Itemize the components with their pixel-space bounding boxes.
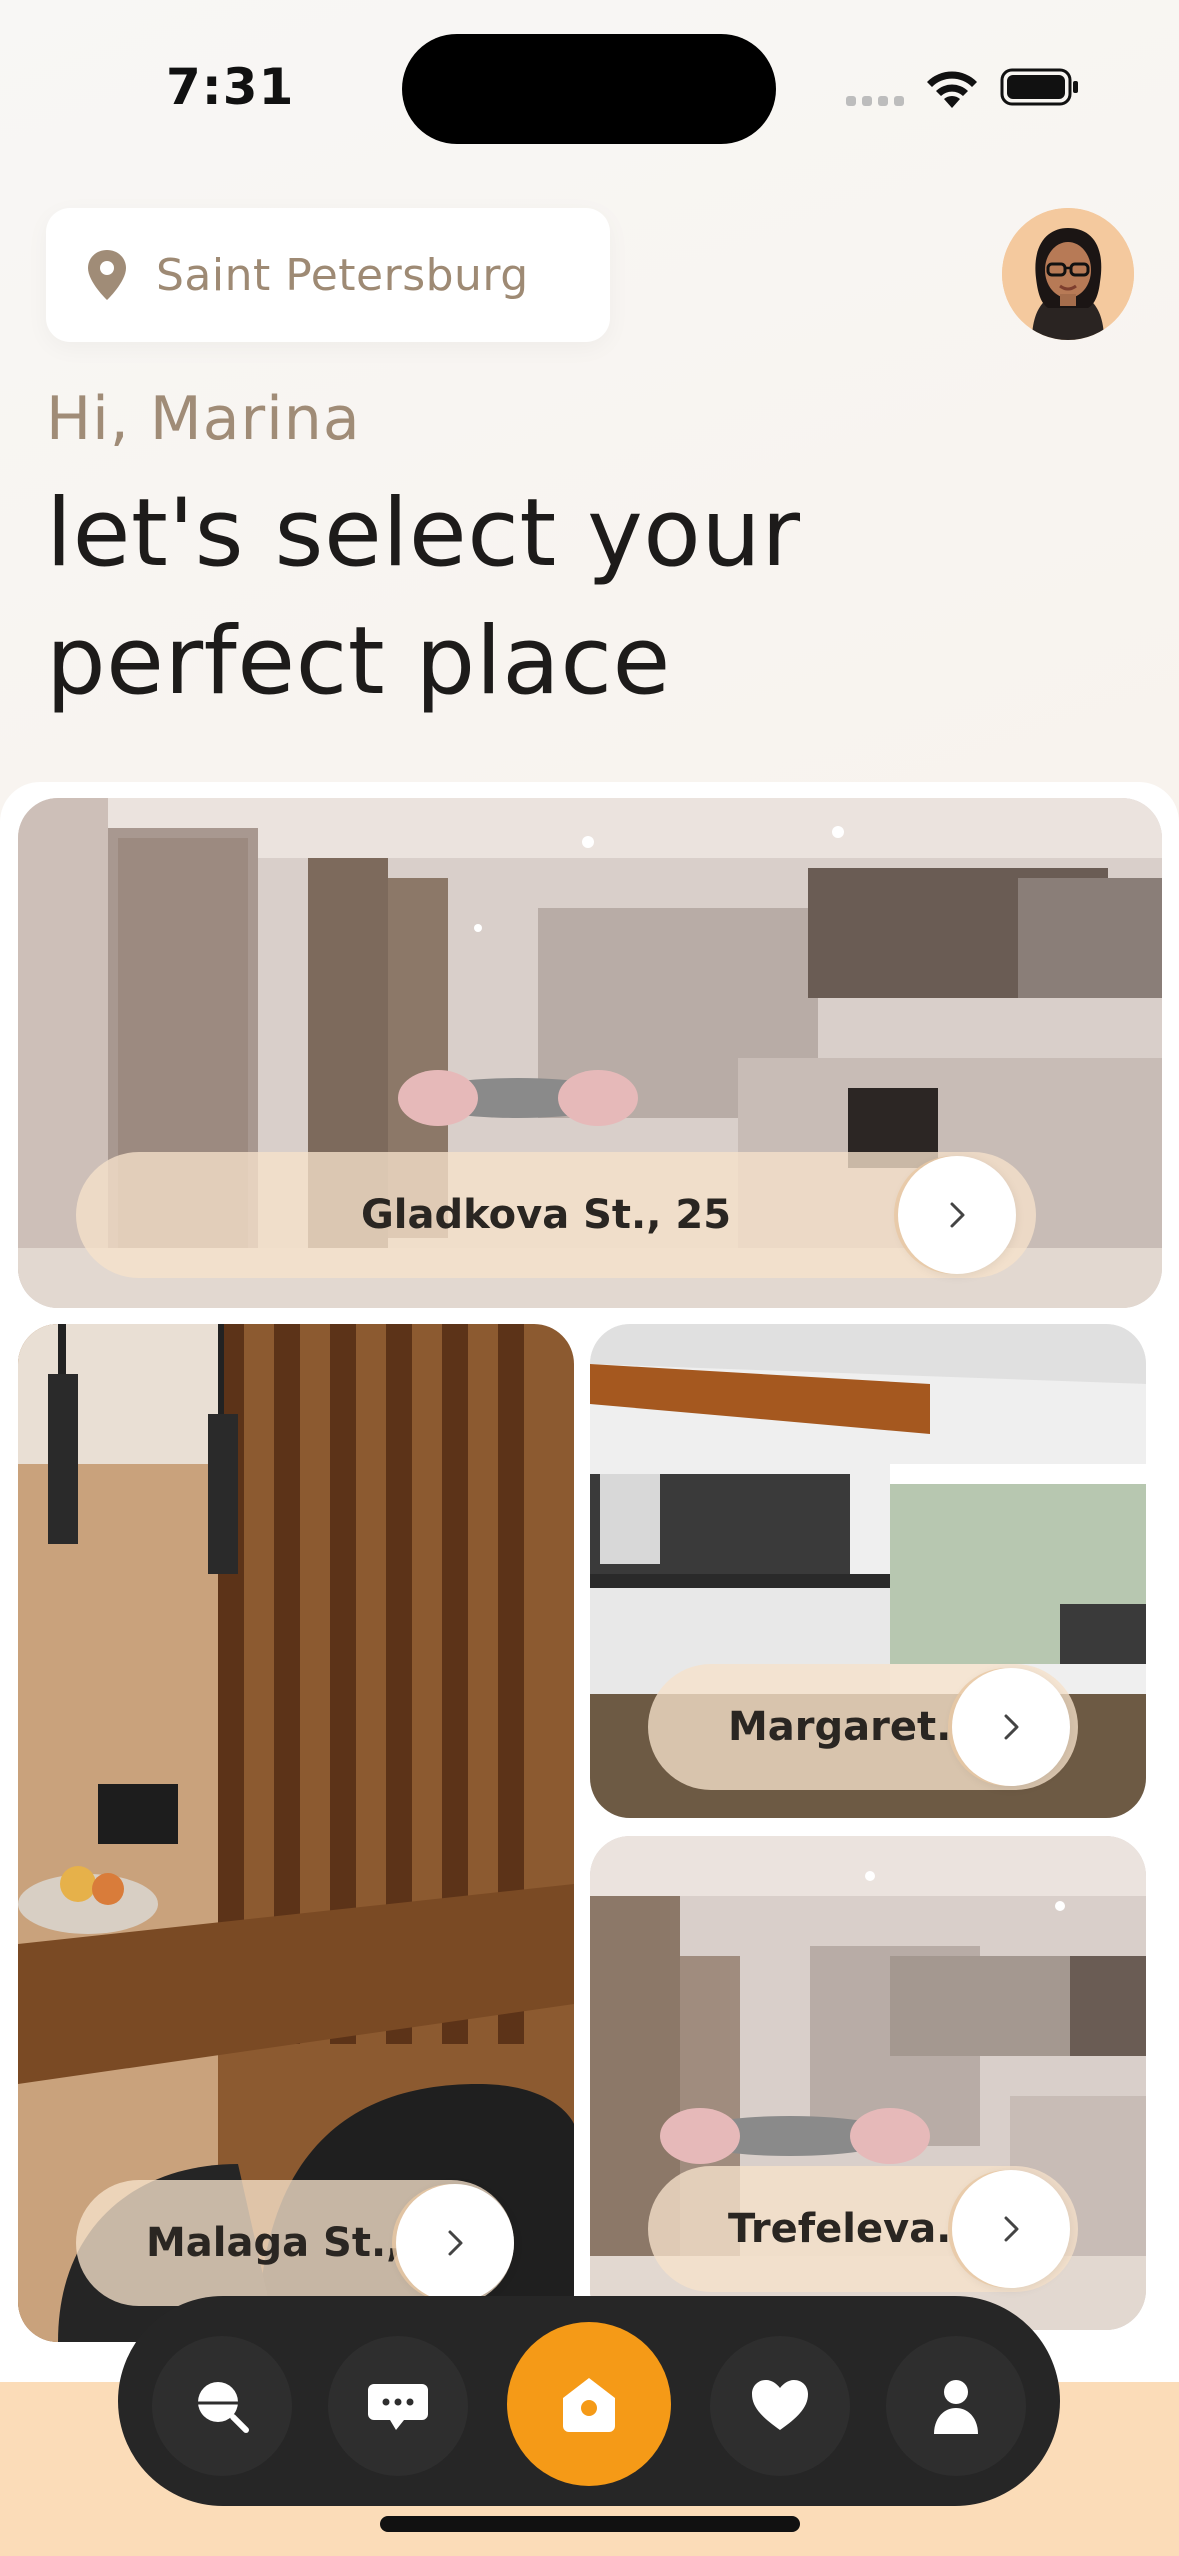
listing-open-button-4[interactable] <box>952 2170 1070 2288</box>
listing-label-pill-1: Gladkova St., 25 <box>76 1152 1036 1278</box>
listing-open-button-2[interactable] <box>396 2184 514 2302</box>
headline-line-1: let's select your <box>46 479 801 588</box>
home-icon <box>563 2378 615 2432</box>
listing-address-4: Trefeleva., 4 <box>728 2206 952 2252</box>
user-avatar[interactable] <box>1002 208 1134 340</box>
chevron-right-icon <box>950 1202 965 1228</box>
greeting: Hi, Marina <box>46 384 361 454</box>
listing-open-button-1[interactable] <box>898 1156 1016 1274</box>
chevron-right-icon <box>1004 1714 1019 1740</box>
listing-card-3[interactable]: Margaret., 5 <box>590 1324 1146 1818</box>
listing-address-3: Margaret., 5 <box>728 1704 952 1750</box>
chevron-right-icon <box>1004 2216 1019 2242</box>
listing-address-2: Malaga St., 14 <box>146 2220 400 2266</box>
listing-open-button-3[interactable] <box>952 1668 1070 1786</box>
dynamic-island <box>402 34 776 144</box>
chevron-right-icon <box>448 2230 463 2256</box>
page-headline: let's select your perfect place <box>46 470 801 726</box>
headline-line-2: perfect place <box>46 607 671 716</box>
search-icon <box>198 2382 249 2433</box>
nav-search-button[interactable] <box>152 2336 292 2476</box>
wifi-icon <box>927 71 977 108</box>
cellular-signal-icon <box>846 96 904 106</box>
bottom-navigation <box>118 2296 1060 2506</box>
nav-profile-button[interactable] <box>886 2336 1026 2476</box>
battery-icon <box>1000 68 1078 106</box>
location-pin-icon <box>88 250 126 300</box>
heart-icon <box>752 2380 808 2430</box>
app-screen: 7:31 Saint Petersburg Hi, Marina let's s… <box>0 0 1179 2556</box>
nav-favorites-button[interactable] <box>710 2336 850 2476</box>
listings-container: Gladkova St., 25 Malaga St., Margaret., … <box>0 782 1179 2382</box>
location-label: Saint Petersburg <box>156 249 529 301</box>
profile-icon <box>934 2380 978 2434</box>
listing-card-2[interactable]: Malaga St., 14 <box>18 1324 574 2342</box>
listing-card-4[interactable]: Trefeleva., 4 <box>590 1836 1146 2330</box>
listing-card-1[interactable]: Gladkova St., 25 <box>18 798 1162 1308</box>
nav-messages-button[interactable] <box>328 2336 468 2476</box>
status-time: 7:31 <box>166 58 295 116</box>
listing-address-1: Gladkova St., 25 <box>360 1192 732 1238</box>
nav-home-button[interactable] <box>507 2322 671 2486</box>
avatar-portrait <box>1002 208 1134 340</box>
chat-icon <box>368 2384 428 2430</box>
home-indicator[interactable] <box>380 2516 800 2532</box>
location-selector[interactable]: Saint Petersburg <box>46 208 610 342</box>
